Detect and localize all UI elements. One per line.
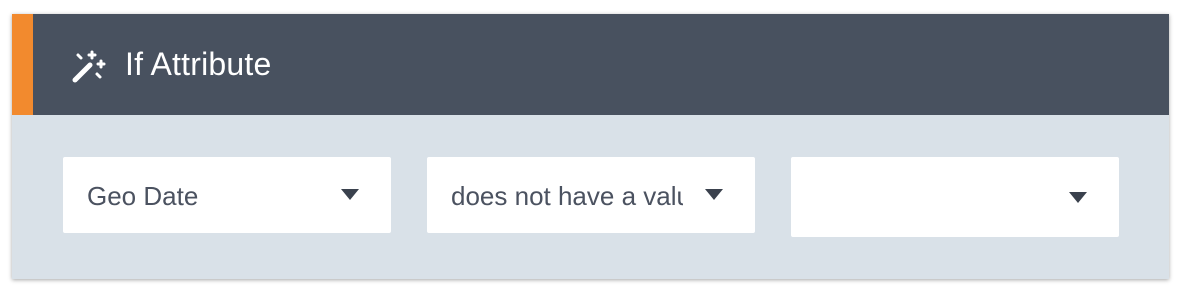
- accent-bar: [12, 14, 33, 115]
- attribute-select-value: Geo Date: [87, 181, 199, 211]
- card-title: If Attribute: [125, 46, 272, 82]
- if-attribute-card: If Attribute Geo Date does not have a va…: [12, 14, 1169, 279]
- condition-row: Geo Date does not have a value: [12, 115, 1169, 279]
- card-header: If Attribute: [12, 14, 1169, 115]
- value-select[interactable]: [791, 157, 1119, 237]
- magic-wand-icon: [70, 49, 106, 85]
- caret-down-icon: [705, 189, 723, 200]
- caret-down-icon: [341, 189, 359, 200]
- operator-select-value: does not have a value: [451, 181, 683, 211]
- attribute-select[interactable]: Geo Date: [63, 157, 391, 233]
- caret-down-icon: [1069, 192, 1087, 203]
- value-select-value: [815, 157, 1047, 233]
- operator-select[interactable]: does not have a value: [427, 157, 755, 233]
